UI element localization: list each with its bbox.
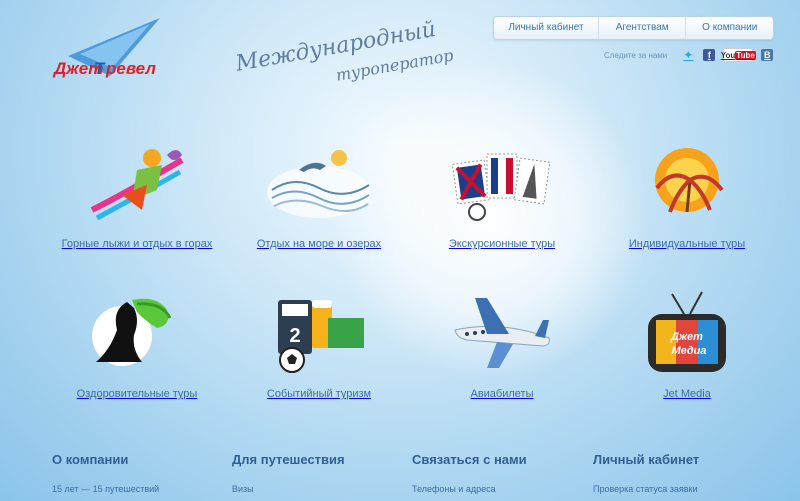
youtube-text: You — [720, 50, 736, 60]
sun-palm-icon — [655, 148, 724, 213]
category-label: Оздоровительные туры — [76, 388, 198, 400]
category-flights[interactable]: Авиабилеты — [407, 290, 597, 400]
category-jetmedia[interactable]: Джет Медиа Jet Media — [592, 290, 782, 400]
footer-heading: О компании — [52, 452, 129, 467]
footer-link[interactable]: 15 лет — 15 путешествий — [52, 484, 222, 494]
category-label: Горные лыжи и отдых в горах — [61, 238, 213, 250]
footer-heading: Личный кабинет — [593, 452, 700, 467]
airplane-icon — [454, 298, 550, 368]
category-health[interactable]: Оздоровительные туры — [42, 290, 232, 400]
svg-text:2: 2 — [289, 325, 300, 347]
social-bar: Следите за нами ✦ f You Tube B — [604, 48, 774, 62]
category-label: Jet Media — [663, 388, 711, 400]
tagline: Международный туроператор — [234, 17, 466, 92]
skier-icon — [90, 149, 184, 221]
nav-personal-account[interactable]: Личный кабинет — [494, 17, 598, 39]
category-label: Авиабилеты — [470, 388, 534, 400]
twitter-icon[interactable]: ✦ — [681, 48, 695, 62]
jet-travel-logo: Джет Т ревел — [52, 18, 160, 78]
logo-link[interactable]: Джет Т ревел — [50, 16, 170, 86]
footer-link[interactable]: Визы — [232, 484, 402, 494]
footer-link[interactable]: Телефоны и адреса — [412, 484, 582, 494]
stamps-icon — [451, 153, 551, 221]
category-individual[interactable]: Индивидуальные туры — [592, 140, 782, 250]
footer-heading: Связаться с нами — [412, 452, 527, 467]
category-label: Индивидуальные туры — [628, 238, 746, 250]
footer-col-travel: Для путешествия Визы — [232, 452, 402, 494]
tv-text-2: Медиа — [671, 345, 706, 357]
category-events[interactable]: 2 Событийный туризм — [224, 290, 414, 400]
follow-label: Следите за нами — [604, 50, 668, 60]
category-label: Событийный туризм — [266, 388, 372, 400]
svg-text:Т: Т — [94, 59, 106, 78]
beer-football-icon: 2 — [278, 300, 364, 373]
footer-col-contact: Связаться с нами Телефоны и адреса — [412, 452, 582, 494]
nav-agencies[interactable]: Агентствам — [597, 17, 686, 39]
nav-about[interactable]: О компании — [685, 17, 773, 39]
tv-text-1: Джет — [670, 331, 703, 343]
category-ski[interactable]: Горные лыжи и отдых в горах — [42, 140, 232, 250]
youtube-text-red: Tube — [735, 50, 756, 60]
dolphins-icon — [267, 150, 371, 218]
youtube-icon[interactable]: You Tube — [720, 48, 756, 62]
vkontakte-icon[interactable]: B — [761, 49, 774, 61]
svg-text:ревел: ревел — [105, 59, 156, 78]
category-excursion[interactable]: Экскурсионные туры — [407, 140, 597, 250]
category-label: Отдых на море и озерах — [256, 238, 382, 250]
category-sea[interactable]: Отдых на море и озерах — [224, 140, 414, 250]
facebook-icon[interactable]: f — [703, 49, 716, 61]
footer-col-about: О компании 15 лет — 15 путешествий — [52, 452, 222, 494]
yoga-icon — [92, 298, 172, 366]
footer-link[interactable]: Проверка статуса заявки — [593, 484, 763, 494]
category-label: Экскурсионные туры — [448, 238, 556, 250]
footer-col-account: Личный кабинет Проверка статуса заявки — [593, 452, 763, 494]
top-navigation: Личный кабинет Агентствам О компании — [493, 16, 774, 40]
footer-heading: Для путешествия — [232, 452, 345, 467]
tv-icon: Джет Медиа — [648, 291, 726, 372]
